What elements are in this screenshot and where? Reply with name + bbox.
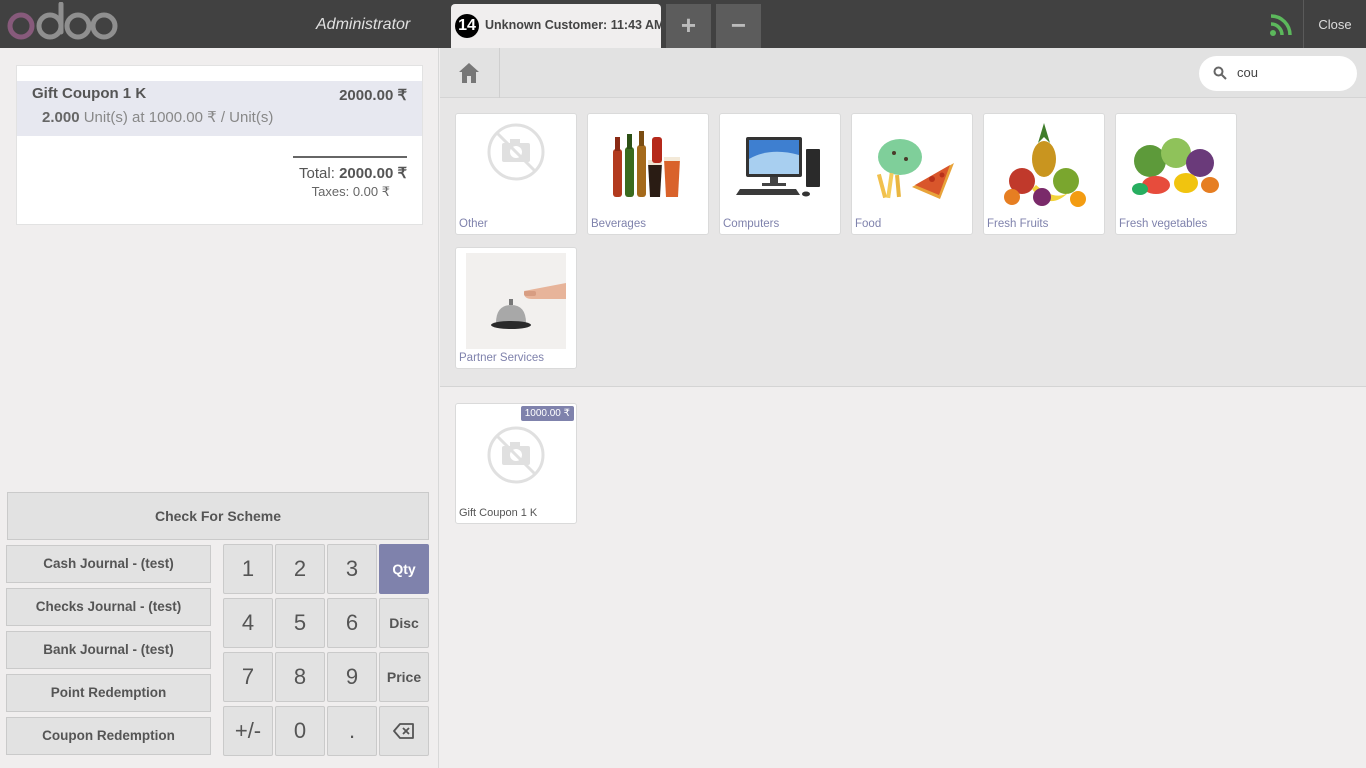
total-value: 2000.00 ₹ xyxy=(339,165,407,182)
computer-image xyxy=(736,137,820,197)
order-line-price: 2000.00 ₹ xyxy=(339,87,407,104)
order-line-unit-info: Unit(s) at 1000.00 ₹ / Unit(s) xyxy=(83,109,274,126)
breadcrumb-bar xyxy=(440,48,1366,98)
category-computers[interactable]: Computers xyxy=(719,113,841,235)
numpad-key-4[interactable]: 4 xyxy=(223,598,273,648)
food-image xyxy=(876,139,954,199)
category-name: Other xyxy=(459,218,488,230)
category-beverages[interactable]: Beverages xyxy=(587,113,709,235)
backspace-icon xyxy=(393,723,414,739)
odoo-logo xyxy=(7,2,118,40)
taxes-label: Taxes: xyxy=(311,184,350,199)
numpad-backspace-button[interactable] xyxy=(379,706,429,756)
taxes-value: 0.00 ₹ xyxy=(352,184,390,199)
category-name: Partner Services xyxy=(459,352,545,364)
numpad-key-plus-minus[interactable]: +/- xyxy=(223,706,273,756)
search-icon xyxy=(1213,66,1227,80)
product-card[interactable]: 1000.00 ₹ Gift Coupon 1 K xyxy=(455,403,577,524)
category-other[interactable]: Other xyxy=(455,113,577,235)
check-scheme-button[interactable]: Check For Scheme xyxy=(7,492,429,540)
beverages-image xyxy=(613,131,680,197)
coupon-redemption-button[interactable]: Coupon Redemption xyxy=(6,717,211,755)
category-name: Fresh vegetables xyxy=(1119,218,1208,230)
category-list: Other Beverages Computers Food Fresh Fru… xyxy=(440,98,1366,387)
numpad-key-2[interactable]: 2 xyxy=(275,544,325,594)
numpad-key-5[interactable]: 5 xyxy=(275,598,325,648)
add-order-button[interactable]: + xyxy=(666,4,711,48)
numpad-key-7[interactable]: 7 xyxy=(223,652,273,702)
product-name: Gift Coupon 1 K xyxy=(459,507,538,519)
close-button[interactable]: Close xyxy=(1303,0,1366,48)
point-redemption-button[interactable]: Point Redemption xyxy=(6,674,211,712)
home-button[interactable] xyxy=(440,48,500,98)
numpad-mode-qty[interactable]: Qty xyxy=(379,544,429,594)
fruits-image xyxy=(1004,123,1086,207)
order-tab-label: Unknown Customer: 11:43 AM xyxy=(485,18,665,32)
cash-journal-button[interactable]: Cash Journal - (test) xyxy=(6,545,211,583)
total-line: Total: 2000.00 ₹ xyxy=(293,164,407,182)
top-bar: Administrator 14 Unknown Customer: 11:43… xyxy=(0,0,1366,48)
product-price-tag: 1000.00 ₹ xyxy=(520,406,574,421)
order-line[interactable]: Gift Coupon 1 K 2000.00 ₹ 2.000 Unit(s) … xyxy=(17,81,422,136)
bank-journal-button[interactable]: Bank Journal - (test) xyxy=(6,631,211,669)
category-name: Beverages xyxy=(591,218,646,230)
order-totals: Total: 2000.00 ₹ Taxes: 0.00 ₹ xyxy=(293,156,407,200)
left-pane: Gift Coupon 1 K 2000.00 ₹ 2.000 Unit(s) … xyxy=(0,48,439,768)
category-fresh-vegetables[interactable]: Fresh vegetables xyxy=(1115,113,1237,235)
category-name: Computers xyxy=(723,218,780,230)
numpad-key-6[interactable]: 6 xyxy=(327,598,377,648)
numpad-key-0[interactable]: 0 xyxy=(275,706,325,756)
wifi-icon xyxy=(1270,14,1292,36)
category-name: Food xyxy=(855,218,882,230)
checks-journal-button[interactable]: Checks Journal - (test) xyxy=(6,588,211,626)
numpad-key-dot[interactable]: . xyxy=(327,706,377,756)
service-bell-image xyxy=(466,253,566,349)
remove-order-button[interactable]: − xyxy=(716,4,761,48)
order-line-qty: 2.000 xyxy=(42,109,80,126)
no-photo-icon xyxy=(487,123,545,181)
search-input[interactable] xyxy=(1237,65,1347,80)
numpad-key-3[interactable]: 3 xyxy=(327,544,377,594)
total-label: Total: xyxy=(299,165,335,182)
home-icon xyxy=(459,63,479,83)
right-pane: Other Beverages xyxy=(440,48,1366,768)
order-number-badge: 14 xyxy=(455,14,479,38)
vegetables-image xyxy=(1132,138,1219,195)
category-name: Fresh Fruits xyxy=(987,218,1049,230)
numpad-mode-price[interactable]: Price xyxy=(379,652,429,702)
no-photo-icon xyxy=(487,426,545,484)
category-partner-services[interactable]: Partner Services xyxy=(455,247,577,369)
order-summary: Gift Coupon 1 K 2000.00 ₹ 2.000 Unit(s) … xyxy=(16,65,423,225)
order-line-product: Gift Coupon 1 K xyxy=(32,85,147,102)
numpad-key-8[interactable]: 8 xyxy=(275,652,325,702)
numpad-key-1[interactable]: 1 xyxy=(223,544,273,594)
order-line-info: 2.000 Unit(s) at 1000.00 ₹ / Unit(s) xyxy=(42,108,273,126)
numpad-mode-disc[interactable]: Disc xyxy=(379,598,429,648)
order-tab[interactable]: 14 Unknown Customer: 11:43 AM xyxy=(451,4,665,48)
category-fresh-fruits[interactable]: Fresh Fruits xyxy=(983,113,1105,235)
taxes-line: Taxes: 0.00 ₹ xyxy=(293,184,390,200)
numpad-key-9[interactable]: 9 xyxy=(327,652,377,702)
category-food[interactable]: Food xyxy=(851,113,973,235)
user-name: Administrator xyxy=(316,16,411,33)
search-box xyxy=(1199,56,1357,91)
